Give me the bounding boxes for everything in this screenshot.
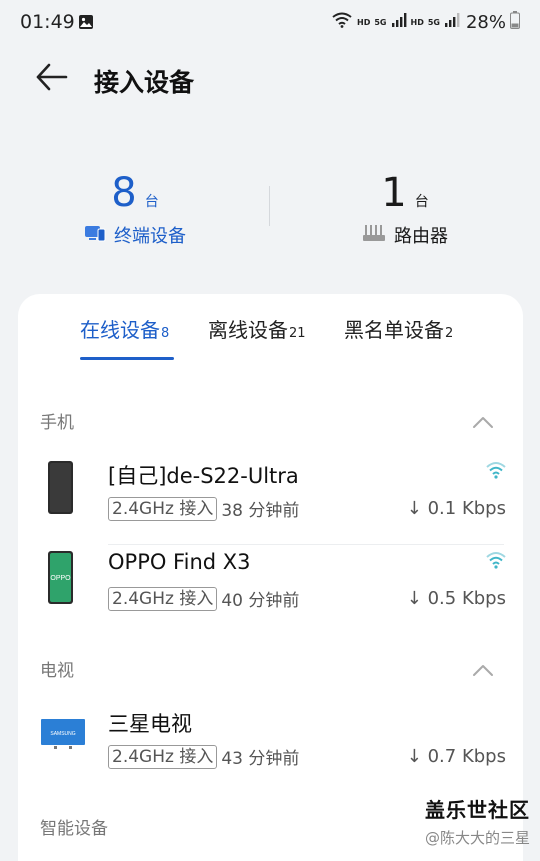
tab-online-label: 在线设备 [80,318,160,342]
device-meta: 2.4GHz 接入 40 分钟前 [108,586,299,611]
section-phones-title: 手机 [40,413,74,433]
device-meta: 2.4GHz 接入 43 分钟前 [108,744,299,769]
router-label: 路由器 [394,226,448,247]
device-name: [自己]de-S22-Ultra [108,464,299,488]
net1-label: HD [357,18,371,27]
watermark-title: 盖乐世社区 [425,798,530,822]
tab-blacklist[interactable]: 黑名单设备2 [344,314,453,343]
back-arrow-icon[interactable] [34,62,70,96]
router-count: 1 [381,170,407,216]
connected-time: 38 分钟前 [221,501,300,521]
tab-active-indicator [80,357,174,360]
terminal-devices-stat[interactable]: 8 台 终端设备 [0,170,270,248]
device-meta: 2.4GHz 接入 38 分钟前 [108,496,299,521]
device-row[interactable]: OPPO OPPO Find X3 2.4GHz 接入 40 分钟前 ↓ 0.5… [18,550,523,636]
net2-label: HD [410,18,424,27]
device-row[interactable]: [自己]de-S22-Ultra 2.4GHz 接入 38 分钟前 ↓ 0.1 … [18,460,523,546]
download-speed: ↓ 0.1 Kbps [407,498,506,519]
terminal-label: 终端设备 [114,226,186,247]
header: 接入设备 [0,50,540,106]
watermark-sub: @陈大大的三星 [424,829,530,847]
collapse-tv-chevron-up-icon[interactable] [472,662,494,681]
section-smart-title: 智能设备 [40,819,108,839]
samsung-logo-text: SAMSUNG [50,731,75,737]
battery-percent: 28% [465,12,506,33]
status-indicators: HD 5G HD 5G 28% [331,11,520,34]
watermark: 盖乐世社区 @陈大大的三星 [425,794,530,848]
terminal-count: 8 [111,170,137,216]
wifi-signal-icon [484,460,508,484]
connected-time: 40 分钟前 [221,591,300,611]
download-arrow-icon: ↓ [406,588,428,609]
tab-online[interactable]: 在线设备8 [80,314,169,343]
terminal-devices-icon [84,224,106,246]
signal-icon-2 [444,12,460,33]
net2-gen-label: 5G [374,18,387,27]
speed-value: 0.1 Kbps [427,498,506,519]
speed-value: 0.5 Kbps [427,588,506,609]
device-name: 三星电视 [108,712,192,736]
download-arrow-icon: ↓ [406,498,428,519]
band-badge: 2.4GHz 接入 [108,496,218,521]
tab-online-count: 8 [161,326,170,341]
terminal-unit: 台 [144,194,159,210]
router-unit: 台 [414,194,429,210]
tv-device-icon: SAMSUNG [40,718,86,754]
device-list-card: 在线设备8 离线设备21 黑名单设备2 手机 [自己]de-S22-Ultra … [18,294,523,861]
signal-icon [391,12,407,33]
band-badge: 2.4GHz 接入 [108,744,218,769]
device-row[interactable]: SAMSUNG 三星电视 2.4GHz 接入 43 分钟前 ↓ 0.7 Kbps [18,708,523,794]
wifi-signal-icon [484,550,508,574]
tab-offline[interactable]: 离线设备21 [208,314,306,343]
collapse-phones-chevron-up-icon[interactable] [472,414,494,433]
connected-time: 43 分钟前 [221,749,300,769]
net3-gen-label: 5G [427,18,440,27]
section-tv-title: 电视 [40,661,74,681]
download-arrow-icon: ↓ [406,746,428,767]
gallery-icon [78,14,94,34]
page-title: 接入设备 [94,68,195,97]
phone-device-icon [40,460,80,520]
speed-value: 0.7 Kbps [427,746,506,767]
battery-icon [510,11,520,34]
oppo-logo-text: OPPO [50,575,71,582]
tab-blacklist-count: 2 [445,326,454,341]
status-time: 01:49 [20,11,75,33]
device-stats: 8 台 终端设备 1 台 路由器 [0,170,540,260]
status-bar: 01:49 HD 5G HD 5G 28% [0,0,540,46]
tab-blacklist-label: 黑名单设备 [344,318,444,342]
download-speed: ↓ 0.5 Kbps [407,588,506,609]
row-divider [108,544,504,545]
router-icon [362,224,386,246]
oppo-phone-device-icon: OPPO [40,550,80,610]
tab-offline-label: 离线设备 [208,318,288,342]
tab-offline-count: 21 [289,326,306,341]
band-badge: 2.4GHz 接入 [108,586,218,611]
wifi-status-icon [331,12,353,33]
download-speed: ↓ 0.7 Kbps [407,746,506,767]
router-stat[interactable]: 1 台 路由器 [270,170,540,248]
device-name: OPPO Find X3 [108,550,251,574]
